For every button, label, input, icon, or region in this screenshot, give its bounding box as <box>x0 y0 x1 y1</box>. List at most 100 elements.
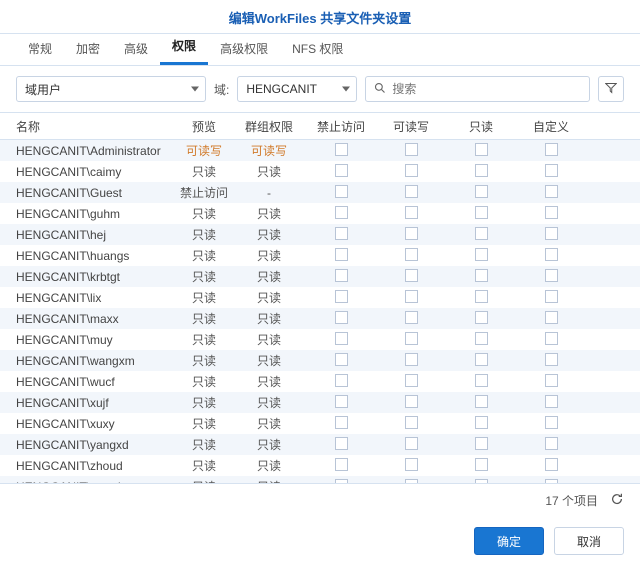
table-row[interactable]: HENGCANIT\wangxm只读只读 <box>0 350 640 371</box>
checkbox-rw[interactable] <box>405 416 418 429</box>
checkbox-custom[interactable] <box>545 437 558 450</box>
checkbox-ro[interactable] <box>475 143 488 156</box>
table-row[interactable]: HENGCANIT\Guest禁止访问- <box>0 182 640 203</box>
checkbox-ro[interactable] <box>475 227 488 240</box>
checkbox-deny[interactable] <box>335 332 348 345</box>
search-box[interactable] <box>365 76 590 102</box>
checkbox-deny[interactable] <box>335 290 348 303</box>
cancel-button[interactable]: 取消 <box>554 527 624 555</box>
checkbox-deny[interactable] <box>335 374 348 387</box>
tab-4[interactable]: 高级权限 <box>208 32 280 65</box>
col-deny[interactable]: 禁止访问 <box>306 118 376 135</box>
checkbox-custom[interactable] <box>545 332 558 345</box>
checkbox-rw[interactable] <box>405 458 418 471</box>
tab-1[interactable]: 加密 <box>64 32 112 65</box>
checkbox-rw[interactable] <box>405 185 418 198</box>
checkbox-rw[interactable] <box>405 143 418 156</box>
checkbox-deny[interactable] <box>335 269 348 282</box>
checkbox-rw[interactable] <box>405 353 418 366</box>
checkbox-custom[interactable] <box>545 185 558 198</box>
table-row[interactable]: HENGCANIT\xuxy只读只读 <box>0 413 640 434</box>
checkbox-ro[interactable] <box>475 311 488 324</box>
checkbox-ro[interactable] <box>475 395 488 408</box>
col-rw[interactable]: 可读写 <box>376 118 446 135</box>
table-row[interactable]: HENGCANIT\guhm只读只读 <box>0 203 640 224</box>
checkbox-custom[interactable] <box>545 311 558 324</box>
checkbox-ro[interactable] <box>475 332 488 345</box>
checkbox-rw[interactable] <box>405 290 418 303</box>
table-row[interactable]: HENGCANIT\hej只读只读 <box>0 224 640 245</box>
checkbox-custom[interactable] <box>545 227 558 240</box>
checkbox-custom[interactable] <box>545 416 558 429</box>
table-row[interactable]: HENGCANIT\Administrator可读写可读写 <box>0 140 640 161</box>
checkbox-ro[interactable] <box>475 290 488 303</box>
checkbox-deny[interactable] <box>335 395 348 408</box>
checkbox-custom[interactable] <box>545 353 558 366</box>
checkbox-rw[interactable] <box>405 248 418 261</box>
checkbox-rw[interactable] <box>405 227 418 240</box>
checkbox-custom[interactable] <box>545 290 558 303</box>
checkbox-ro[interactable] <box>475 374 488 387</box>
checkbox-ro[interactable] <box>475 416 488 429</box>
table-row[interactable]: HENGCANIT\lix只读只读 <box>0 287 640 308</box>
table-row[interactable]: HENGCANIT\xujf只读只读 <box>0 392 640 413</box>
col-custom[interactable]: 自定义 <box>516 118 586 135</box>
checkbox-ro[interactable] <box>475 458 488 471</box>
tab-0[interactable]: 常规 <box>16 32 64 65</box>
checkbox-custom[interactable] <box>545 143 558 156</box>
scope-select[interactable]: 域用户 <box>16 76 206 102</box>
checkbox-rw[interactable] <box>405 437 418 450</box>
checkbox-rw[interactable] <box>405 395 418 408</box>
col-group[interactable]: 群组权限 <box>232 118 306 135</box>
checkbox-deny[interactable] <box>335 416 348 429</box>
col-ro[interactable]: 只读 <box>446 118 516 135</box>
col-name[interactable]: 名称 <box>16 118 176 135</box>
domain-select[interactable]: HENGCANIT <box>237 76 357 102</box>
table-row[interactable]: HENGCANIT\wucf只读只读 <box>0 371 640 392</box>
tab-2[interactable]: 高级 <box>112 32 160 65</box>
checkbox-deny[interactable] <box>335 227 348 240</box>
checkbox-rw[interactable] <box>405 269 418 282</box>
checkbox-custom[interactable] <box>545 395 558 408</box>
checkbox-custom[interactable] <box>545 374 558 387</box>
checkbox-deny[interactable] <box>335 143 348 156</box>
checkbox-ro[interactable] <box>475 206 488 219</box>
filter-button[interactable] <box>598 76 624 102</box>
checkbox-deny[interactable] <box>335 248 348 261</box>
checkbox-ro[interactable] <box>475 248 488 261</box>
checkbox-deny[interactable] <box>335 164 348 177</box>
table-row[interactable]: HENGCANIT\muy只读只读 <box>0 329 640 350</box>
table-row[interactable]: HENGCANIT\zouwj只读只读 <box>0 476 640 483</box>
checkbox-rw[interactable] <box>405 164 418 177</box>
col-preview[interactable]: 预览 <box>176 118 232 135</box>
checkbox-ro[interactable] <box>475 269 488 282</box>
checkbox-custom[interactable] <box>545 164 558 177</box>
tab-3[interactable]: 权限 <box>160 29 208 65</box>
table-row[interactable]: HENGCANIT\caimy只读只读 <box>0 161 640 182</box>
checkbox-custom[interactable] <box>545 458 558 471</box>
search-input[interactable] <box>392 82 581 96</box>
checkbox-rw[interactable] <box>405 332 418 345</box>
table-row[interactable]: HENGCANIT\yangxd只读只读 <box>0 434 640 455</box>
checkbox-ro[interactable] <box>475 185 488 198</box>
checkbox-deny[interactable] <box>335 353 348 366</box>
checkbox-deny[interactable] <box>335 458 348 471</box>
checkbox-deny[interactable] <box>335 311 348 324</box>
checkbox-ro[interactable] <box>475 164 488 177</box>
refresh-button[interactable] <box>610 492 624 509</box>
checkbox-custom[interactable] <box>545 269 558 282</box>
checkbox-ro[interactable] <box>475 437 488 450</box>
checkbox-rw[interactable] <box>405 206 418 219</box>
checkbox-deny[interactable] <box>335 437 348 450</box>
tab-5[interactable]: NFS 权限 <box>280 32 355 65</box>
table-row[interactable]: HENGCANIT\maxx只读只读 <box>0 308 640 329</box>
ok-button[interactable]: 确定 <box>474 527 544 555</box>
checkbox-ro[interactable] <box>475 353 488 366</box>
checkbox-custom[interactable] <box>545 206 558 219</box>
table-row[interactable]: HENGCANIT\krbtgt只读只读 <box>0 266 640 287</box>
table-row[interactable]: HENGCANIT\huangs只读只读 <box>0 245 640 266</box>
checkbox-deny[interactable] <box>335 185 348 198</box>
checkbox-custom[interactable] <box>545 248 558 261</box>
checkbox-rw[interactable] <box>405 311 418 324</box>
checkbox-rw[interactable] <box>405 374 418 387</box>
